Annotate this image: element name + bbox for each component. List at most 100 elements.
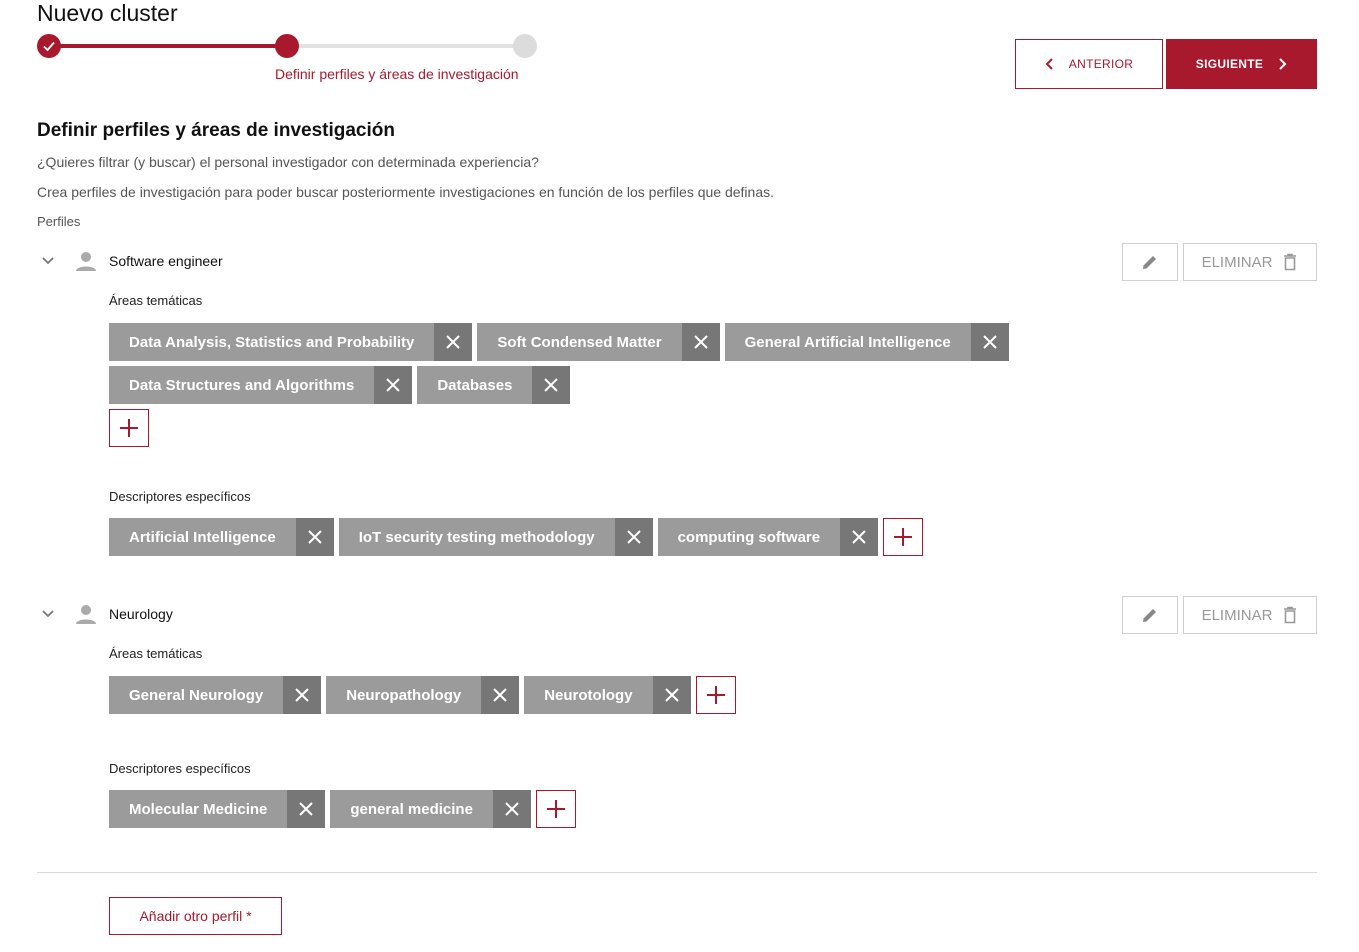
close-icon — [299, 802, 314, 816]
descriptor-tag: Artificial Intelligence — [109, 518, 334, 556]
edit-profile-button[interactable] — [1122, 243, 1178, 281]
area-tag-label: Data Structures and Algorithms — [109, 366, 375, 404]
plus-icon — [546, 800, 565, 818]
remove-area-button[interactable] — [374, 366, 413, 404]
remove-descriptor-button[interactable] — [295, 518, 334, 556]
thematic-areas-list: Data Analysis, Statistics and Probabilit… — [109, 323, 1289, 404]
step-1-complete[interactable] — [37, 34, 61, 58]
stepper-remaining-line — [287, 44, 525, 48]
close-icon — [386, 378, 401, 392]
chevron-down-icon[interactable] — [40, 608, 56, 620]
descriptors-list: Artificial Intelligence IoT security tes… — [109, 518, 1289, 556]
descriptor-tag-label: IoT security testing methodology — [338, 518, 615, 556]
remove-descriptor-button[interactable] — [614, 518, 653, 556]
profile-header: Neurology ELIMINAR — [37, 596, 1317, 634]
section-title: Definir perfiles y áreas de investigació… — [37, 120, 395, 141]
area-tag: Soft Condensed Matter — [477, 323, 720, 361]
edit-profile-button[interactable] — [1122, 596, 1178, 634]
delete-profile-button[interactable]: ELIMINAR — [1183, 596, 1317, 634]
close-icon — [626, 530, 641, 544]
close-icon — [505, 802, 519, 816]
current-step-label: Definir perfiles y áreas de investigació… — [275, 66, 519, 82]
close-icon — [446, 335, 461, 349]
thematic-areas-label: Áreas temáticas — [109, 646, 203, 661]
next-button-label: SIGUIENTE — [1195, 57, 1264, 71]
area-tag-label: General Artificial Intelligence — [724, 323, 971, 361]
profile-card: Software engineer ELIMINAR Áreas temátic… — [37, 243, 1317, 563]
remove-descriptor-button[interactable] — [287, 790, 326, 828]
close-icon — [493, 688, 507, 702]
area-tag-label: Soft Condensed Matter — [477, 323, 682, 361]
remove-area-button[interactable] — [283, 676, 322, 714]
close-icon — [693, 335, 708, 349]
area-tag: General Artificial Intelligence — [724, 323, 1009, 361]
stepper-progress-line — [49, 44, 287, 48]
delete-profile-label: ELIMINAR — [1201, 253, 1273, 271]
descriptor-tag-label: Molecular Medicine — [109, 790, 288, 828]
step-3-pending — [513, 34, 537, 58]
descriptors-label: Descriptores específicos — [109, 761, 251, 776]
descriptors-list: Molecular Medicine general medicine — [109, 790, 1289, 828]
descriptors-label: Descriptores específicos — [109, 489, 251, 504]
divider — [37, 872, 1317, 873]
section-description-1: ¿Quieres filtrar (y buscar) el personal … — [37, 154, 539, 170]
add-area-button[interactable] — [695, 676, 736, 714]
area-tag-label: Neuropathology — [326, 676, 482, 714]
descriptor-tag-label: computing software — [657, 518, 841, 556]
profile-name: Software engineer — [109, 253, 223, 269]
profiles-label: Perfiles — [37, 214, 81, 229]
pencil-icon — [1143, 256, 1156, 269]
descriptor-tag-label: general medicine — [330, 790, 493, 828]
area-tag-label: Neurotology — [524, 676, 653, 714]
profile-card: Neurology ELIMINAR Áreas temáticas Gener… — [37, 596, 1317, 836]
delete-profile-button[interactable]: ELIMINAR — [1183, 243, 1317, 281]
trash-icon — [1284, 606, 1297, 624]
check-icon — [43, 41, 55, 52]
thematic-areas-label: Áreas temáticas — [109, 293, 203, 308]
descriptor-tag: IoT security testing methodology — [338, 518, 653, 556]
close-icon — [852, 530, 866, 544]
plus-icon — [894, 528, 913, 546]
trash-icon — [1284, 253, 1297, 271]
remove-area-button[interactable] — [434, 323, 473, 361]
previous-button[interactable]: ANTERIOR — [1015, 39, 1163, 89]
add-profile-button[interactable]: Añadir otro perfil * — [109, 897, 282, 935]
remove-area-button[interactable] — [481, 676, 520, 714]
remove-descriptor-button[interactable] — [840, 518, 879, 556]
add-descriptor-button[interactable] — [883, 518, 924, 556]
descriptor-tag: Molecular Medicine — [109, 790, 326, 828]
chevron-down-icon[interactable] — [40, 255, 56, 267]
person-icon — [76, 605, 96, 624]
close-icon — [544, 378, 559, 392]
remove-area-button[interactable] — [970, 323, 1009, 361]
area-tag: Data Structures and Algorithms — [109, 366, 413, 404]
descriptor-tag-label: Artificial Intelligence — [109, 518, 296, 556]
chevron-left-icon — [1045, 58, 1053, 70]
delete-profile-label: ELIMINAR — [1201, 606, 1273, 624]
remove-area-button[interactable] — [681, 323, 720, 361]
descriptor-tag: general medicine — [330, 790, 531, 828]
next-button[interactable]: SIGUIENTE — [1166, 39, 1317, 89]
close-icon — [664, 688, 679, 702]
area-tag: Data Analysis, Statistics and Probabilit… — [109, 323, 473, 361]
close-icon — [295, 688, 309, 702]
plus-icon — [706, 686, 725, 704]
area-tag: Neurotology — [524, 676, 691, 714]
previous-button-label: ANTERIOR — [1068, 57, 1134, 71]
close-icon — [983, 335, 997, 349]
remove-area-button[interactable] — [652, 676, 691, 714]
area-tag: General Neurology — [109, 676, 322, 714]
area-tag: Databases — [417, 366, 571, 404]
remove-descriptor-button[interactable] — [492, 790, 531, 828]
profile-name: Neurology — [109, 606, 173, 622]
remove-area-button[interactable] — [532, 366, 571, 404]
descriptor-tag: computing software — [657, 518, 879, 556]
thematic-areas-list: General Neurology Neuropathology Neuroto… — [109, 676, 1289, 714]
step-2-current[interactable] — [275, 34, 299, 58]
add-area-button[interactable] — [109, 409, 149, 447]
stepper — [37, 34, 537, 58]
page-title: Nuevo cluster — [37, 0, 178, 26]
close-icon — [308, 530, 322, 544]
chevron-right-icon — [1279, 58, 1287, 70]
add-descriptor-button[interactable] — [535, 790, 576, 828]
